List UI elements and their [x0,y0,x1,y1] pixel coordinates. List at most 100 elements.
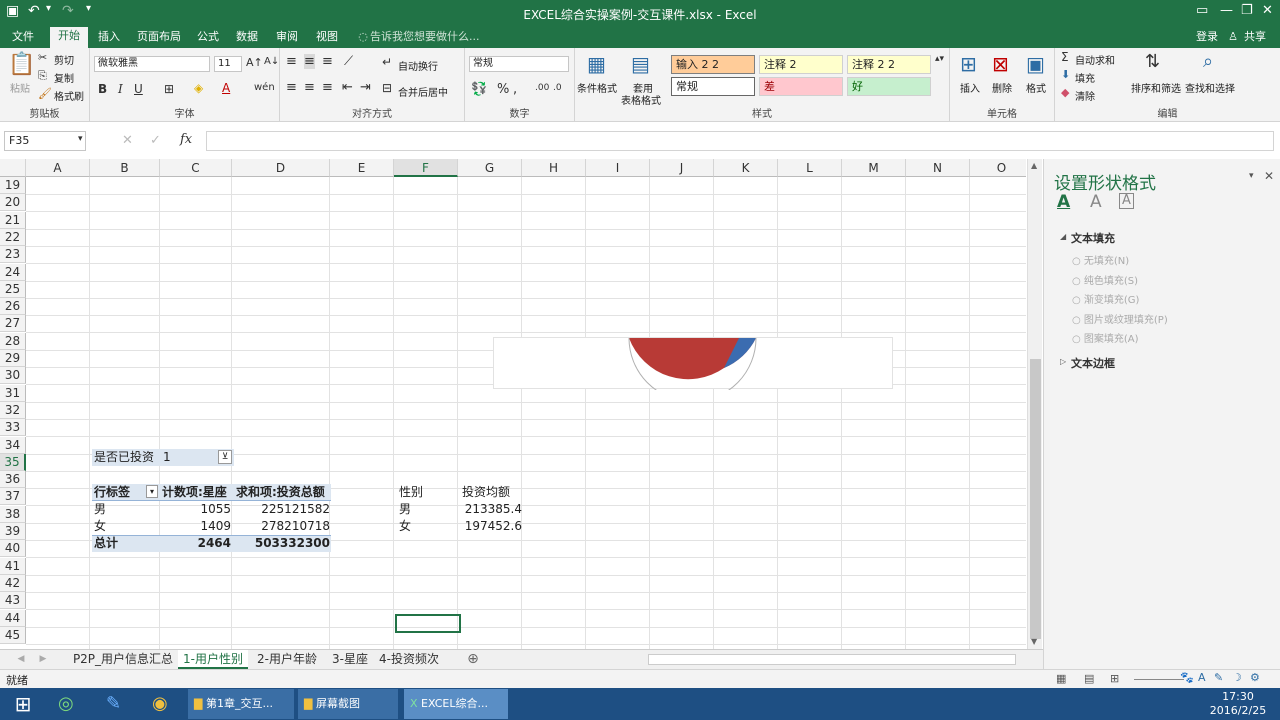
column-header-a[interactable]: A [26,159,90,177]
tell-me-box[interactable]: 告诉我您想要做什么... [370,28,480,48]
column-header-k[interactable]: K [714,159,778,177]
pane-options-icon[interactable]: ▾ [1249,171,1254,181]
style-normal[interactable]: 常规 [671,77,755,96]
row-header-24[interactable]: 24 [0,263,26,281]
tab-formulas[interactable]: 公式 [192,28,224,48]
pivot-filter-button-icon[interactable]: ⊻ [218,450,232,464]
sheet-tab[interactable]: 4-投资频次 [378,650,440,669]
align-center-icon[interactable]: ≡ [304,80,315,95]
italic-icon[interactable]: I [118,82,123,96]
row-header-20[interactable]: 20 [0,194,26,212]
row-header-32[interactable]: 32 [0,401,26,419]
style-input-2-2[interactable]: 输入 2 2 [671,55,755,74]
login-link[interactable]: 登录 [1192,28,1222,48]
next-sheet-icon[interactable]: ▶ [36,650,50,669]
text-fill-section[interactable]: 文本填充 [1071,230,1115,246]
row-header-36[interactable]: 36 [0,471,26,489]
fill-icon[interactable]: ⬇ [1061,68,1070,81]
align-right-icon[interactable]: ≡ [322,80,333,95]
font-color-icon[interactable]: A [222,81,230,95]
decrease-indent-icon[interactable]: ⇤ [342,80,353,95]
font-size-select[interactable]: 11 [214,56,242,72]
row-header-23[interactable]: 23 [0,246,26,264]
sort-filter-icon[interactable]: ⇅ [1145,51,1160,72]
row-header-31[interactable]: 31 [0,384,26,402]
row-header-33[interactable]: 33 [0,419,26,437]
row-header-30[interactable]: 30 [0,367,26,385]
sheet-tab[interactable]: P2P_用户信息汇总 [70,650,176,669]
clock[interactable]: 17:30 2016/2/25 [1208,689,1268,719]
align-top-icon[interactable]: ≡ [286,54,297,69]
increase-decimal-icon[interactable]: .00 [535,83,549,93]
row-header-41[interactable]: 41 [0,557,26,575]
tab-home[interactable]: 开始 [50,27,88,48]
scroll-thumb[interactable] [1030,359,1041,639]
scroll-down-icon[interactable]: ▼ [1031,637,1037,646]
copy-button[interactable]: 复制 [54,70,74,85]
insert-function-icon[interactable]: fx [180,132,192,147]
row-header-22[interactable]: 22 [0,228,26,246]
name-box-dropdown-icon[interactable]: ▾ [78,134,83,144]
paste-icon[interactable]: 📋 [8,52,35,77]
row-header-38[interactable]: 38 [0,505,26,523]
row-header-25[interactable]: 25 [0,280,26,298]
row-header-28[interactable]: 28 [0,332,26,350]
row-header-37[interactable]: 37 [0,488,26,506]
style-good[interactable]: 好 [847,77,931,96]
column-header-h[interactable]: H [522,159,586,177]
cut-button[interactable]: 剪切 [54,52,74,67]
column-header-m[interactable]: M [842,159,906,177]
row-header-44[interactable]: 44 [0,609,26,627]
scroll-up-icon[interactable]: ▲ [1031,161,1037,170]
close-icon[interactable]: ✕ [1262,3,1273,18]
chrome-icon[interactable]: ◉ [152,689,178,719]
vertical-scrollbar[interactable]: ▲ ▼ [1027,159,1042,649]
insert-cells-icon[interactable]: ⊞ [960,52,977,76]
ribbon-display-icon[interactable]: ▭ [1196,3,1208,18]
column-header-e[interactable]: E [330,159,394,177]
underline-icon[interactable]: U [134,82,143,96]
fill-button[interactable]: 填充 [1075,70,1095,85]
column-header-b[interactable]: B [90,159,160,177]
tab-insert[interactable]: 插入 [92,28,126,48]
restore-icon[interactable]: ❐ [1241,3,1253,18]
row-header-26[interactable]: 26 [0,298,26,316]
comma-icon[interactable]: , [513,82,517,97]
collapse-border-icon[interactable]: ▷ [1060,357,1066,366]
cut-icon[interactable]: ✂ [38,51,47,64]
normal-view-icon[interactable]: ▦ [1056,672,1066,685]
delete-cells-button[interactable]: 删除 [992,80,1012,95]
border-icon[interactable]: ⊞ [164,82,174,96]
font-name-select[interactable]: 微软雅黑 [94,56,210,72]
name-box[interactable]: F35 [4,131,86,151]
number-format-select[interactable]: 常规 [469,56,569,72]
column-header-d[interactable]: D [232,159,330,177]
format-painter-button[interactable]: 格式刷 [54,88,84,103]
row-header-43[interactable]: 43 [0,592,26,610]
row-header-42[interactable]: 42 [0,574,26,592]
delete-cells-icon[interactable]: ⊠ [992,52,1009,76]
find-select-button[interactable]: 查找和选择 [1185,80,1235,95]
style-bad[interactable]: 差 [759,77,843,96]
row-header-40[interactable]: 40 [0,540,26,558]
tab-view[interactable]: 视图 [310,28,344,48]
app-360-icon[interactable]: ◎ [58,689,84,719]
app-pen-icon[interactable]: ✎ [106,689,132,719]
column-header-i[interactable]: I [586,159,650,177]
text-fill-outline-icon[interactable]: A [1057,192,1070,212]
horizontal-scrollbar[interactable] [648,654,1016,665]
conditional-format-button[interactable]: 条件格式 [577,80,617,95]
sort-filter-button[interactable]: 排序和筛选 [1131,80,1181,95]
format-table-icon[interactable]: ▤ [631,52,650,76]
orientation-icon[interactable]: ⟋ [344,54,353,69]
minimize-icon[interactable]: — [1220,3,1233,18]
shrink-font-icon[interactable]: A↓ [264,56,279,67]
grow-font-icon[interactable]: A↑ [246,56,263,69]
format-cells-icon[interactable]: ▣ [1026,52,1045,76]
copy-icon[interactable]: ⎘ [38,69,47,83]
merge-icon[interactable]: ⊟ [382,81,392,95]
pane-close-icon[interactable]: ✕ [1264,169,1274,183]
insert-cells-button[interactable]: 插入 [960,80,980,95]
row-header-39[interactable]: 39 [0,523,26,540]
worksheet-grid[interactable]: ABCDEFGHIJKLMNO 19 20 21 22 23 24 25 26 27 28 29 30… [0,159,1026,649]
